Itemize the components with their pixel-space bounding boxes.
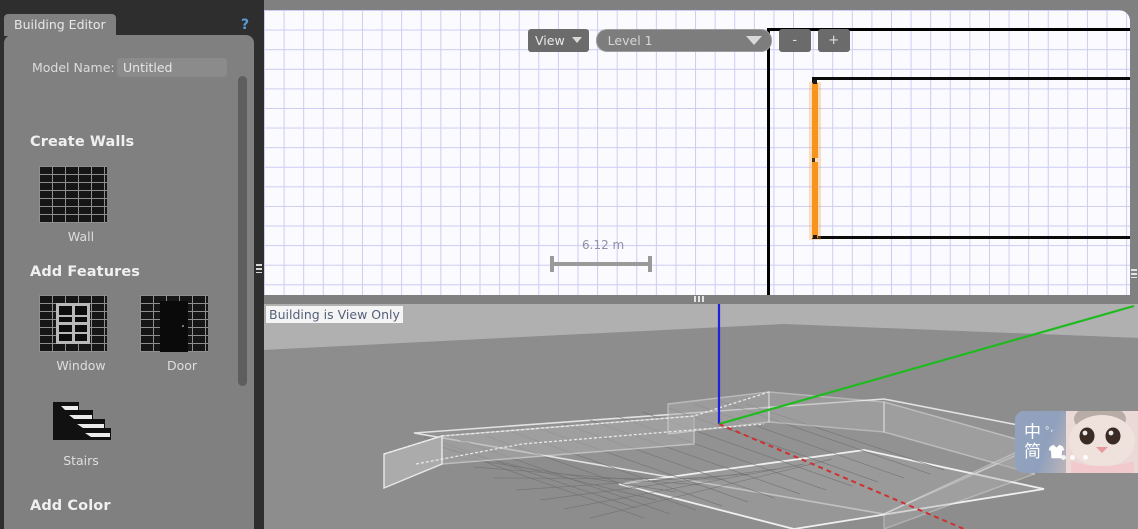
left-dock-splitter[interactable] — [254, 0, 264, 529]
tool-window-label: Window — [56, 358, 106, 373]
ime-mode-simplified: 简 — [1024, 442, 1041, 462]
level-select-value: Level 1 — [607, 32, 653, 48]
section-heading-create-walls: Create Walls — [30, 134, 135, 150]
tool-door[interactable]: Door — [140, 295, 224, 373]
splitter-grip-icon — [256, 264, 262, 273]
chevron-down-icon — [745, 35, 762, 45]
tool-wall-label: Wall — [67, 229, 95, 244]
caret-down-icon — [571, 37, 582, 43]
ime-status-widget[interactable]: 中 ∘, 简 — [1015, 411, 1138, 473]
brick-wall-icon — [39, 166, 123, 223]
zoom-in-button[interactable]: + — [817, 28, 850, 52]
plan-right-splitter[interactable] — [1130, 10, 1138, 295]
building-editor-panel: Model Name: Create Walls Wall Add Featur… — [4, 35, 254, 529]
section-heading-add-color: Add Color — [30, 498, 111, 514]
splitter-grip-icon — [694, 296, 704, 302]
zoom-out-button[interactable]: - — [778, 28, 811, 52]
ime-mode-labels: 中 ∘, 简 — [1015, 411, 1073, 473]
tool-stairs-label: Stairs — [63, 453, 99, 468]
scale-bar — [550, 256, 652, 272]
tool-window[interactable]: Window — [39, 295, 123, 373]
editor-main-area: 6.12 m View Level 1 - + Building is View… — [264, 0, 1138, 529]
ime-punct-mode: ∘, — [1044, 423, 1054, 434]
panel-scrollbar-thumb[interactable] — [238, 76, 247, 386]
selected-wall-segment-lower[interactable] — [812, 162, 818, 238]
plan-toolbar: View Level 1 - + — [528, 28, 850, 52]
plan-3d-splitter[interactable] — [264, 295, 1138, 304]
splitter-grip-icon — [1131, 269, 1137, 278]
view-menu-label: View — [535, 32, 565, 48]
ime-mode-cn: 中 — [1024, 422, 1041, 443]
section-heading-add-features: Add Features — [30, 264, 141, 280]
model-name-label: Model Name: — [32, 60, 115, 75]
left-dock-panel: Building Editor ? Model Name: Create Wal… — [0, 0, 264, 529]
level-select[interactable]: Level 1 — [595, 28, 772, 52]
tool-door-label: Door — [166, 358, 198, 373]
ime-avatar — [1066, 411, 1138, 473]
selected-wall-segment-upper[interactable] — [812, 83, 818, 158]
tool-wall[interactable]: Wall — [39, 166, 123, 244]
ime-language-mode: 中 ∘, — [1024, 419, 1053, 443]
ime-indicator-dots — [1061, 455, 1091, 461]
viewport-3d[interactable]: Building is View Only — [264, 304, 1138, 529]
tab-building-editor[interactable]: Building Editor — [4, 14, 116, 36]
panel-scrollbar[interactable] — [238, 76, 247, 386]
status-badge-view-only: Building is View Only — [266, 306, 403, 323]
scale-bar-label: 6.12 m — [582, 238, 625, 252]
model-name-row: Model Name: — [4, 58, 254, 78]
plan-2d-view[interactable]: 6.12 m — [264, 10, 1130, 295]
wall-node-bottom[interactable] — [813, 235, 817, 239]
help-icon[interactable]: ? — [237, 16, 253, 34]
plan-floor-outline — [812, 77, 1130, 239]
view-menu-button[interactable]: View — [528, 28, 589, 52]
stairs-icon — [39, 400, 123, 447]
wall-node-top[interactable] — [813, 80, 817, 84]
app-root: Building Editor ? Model Name: Create Wal… — [0, 0, 1138, 529]
model-name-input[interactable] — [117, 58, 227, 77]
brick-door-icon — [140, 295, 224, 352]
panel-tabbar: Building Editor ? — [0, 0, 262, 36]
ime-script-mode: 简 — [1024, 442, 1065, 462]
scene-3d — [264, 304, 1138, 529]
tool-stairs[interactable]: Stairs — [39, 400, 123, 468]
brick-window-icon — [39, 295, 123, 352]
